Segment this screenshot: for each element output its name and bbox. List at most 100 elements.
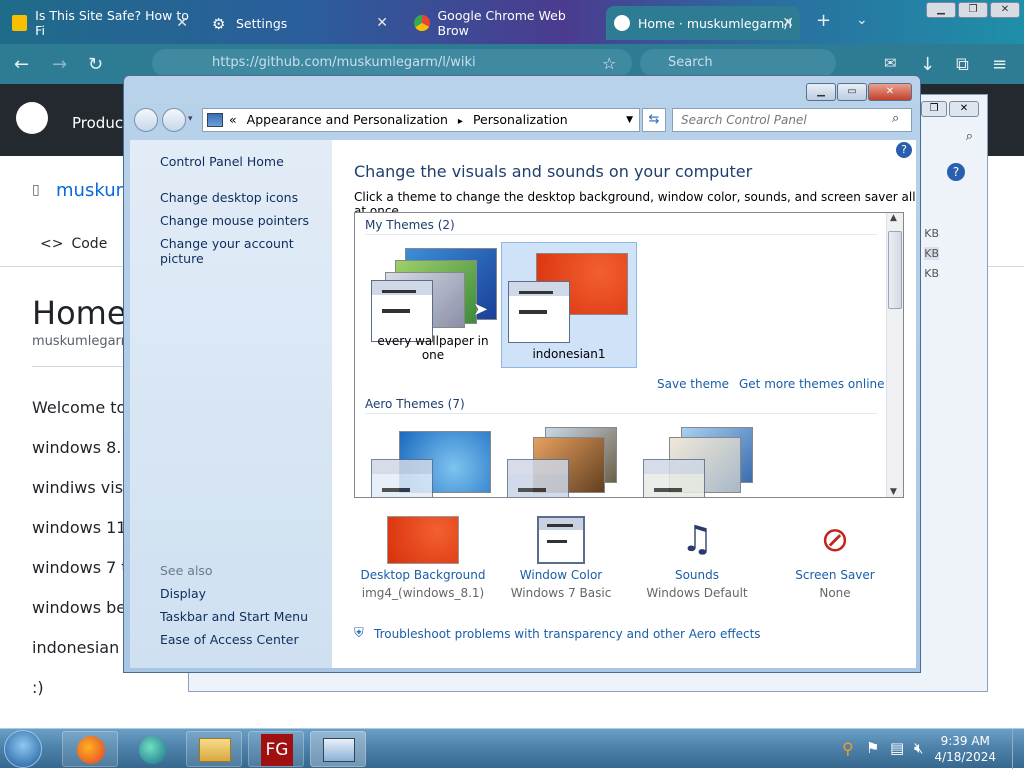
- tab-chrome-web-store[interactable]: Google Chrome Web Brow: [406, 6, 596, 40]
- sounds-option[interactable]: ♫ Sounds Windows Default: [622, 516, 772, 600]
- close-icon[interactable]: ✕: [782, 15, 794, 31]
- mail-icon[interactable]: ✉: [884, 54, 897, 72]
- clock[interactable]: 9:39 AM 4/18/2024: [934, 733, 996, 765]
- edge-taskbar-button[interactable]: [124, 731, 180, 767]
- chrome-icon: [414, 15, 430, 31]
- address-bar[interactable]: https://github.com/muskumlegarm/l/wiki: [152, 49, 632, 77]
- breadcrumb[interactable]: « Appearance and Personalization ▸ Perso…: [202, 108, 640, 132]
- new-tab-icon[interactable]: +: [816, 10, 831, 31]
- display-link[interactable]: Display: [160, 586, 206, 601]
- product-menu[interactable]: Produc: [72, 114, 123, 132]
- edge-icon: [139, 736, 167, 764]
- start-button[interactable]: [4, 730, 42, 768]
- divider: [32, 366, 132, 367]
- divider: [365, 234, 877, 235]
- control-panel-icon: [207, 113, 223, 127]
- troubleshoot-link[interactable]: Troubleshoot problems with transparency …: [374, 627, 761, 641]
- tab-site-safe[interactable]: Is This Site Safe? How to Fi ✕: [4, 6, 194, 40]
- firefox-taskbar-button[interactable]: [62, 731, 118, 767]
- forward-arrow-icon[interactable]: →: [52, 54, 67, 75]
- code-tab[interactable]: <> Code: [40, 236, 107, 252]
- extensions-icon[interactable]: ⧉: [956, 54, 969, 75]
- theme-indonesian1[interactable]: indonesian1: [501, 242, 637, 368]
- network-icon[interactable]: ▤: [890, 739, 904, 757]
- minimize-button[interactable]: ▁: [926, 2, 956, 18]
- search-input[interactable]: Search Control Panel: [672, 108, 912, 132]
- close-icon[interactable]: ✕: [176, 15, 188, 31]
- volume-muted-icon[interactable]: 🔇︎: [914, 739, 923, 757]
- star-icon[interactable]: ☆: [602, 54, 616, 73]
- forward-button[interactable]: [162, 108, 186, 132]
- download-icon[interactable]: ↓: [920, 54, 935, 75]
- change-mouse-pointers-link[interactable]: Change mouse pointers: [160, 213, 309, 228]
- search-icon[interactable]: ⌕: [966, 129, 973, 144]
- github-logo-icon[interactable]: [16, 102, 48, 134]
- window-controls: ▁ ▭ ✕: [806, 83, 912, 101]
- personalization-main: ? Change the visuals and sounds on your …: [332, 140, 916, 668]
- theme-aero-characters[interactable]: [637, 423, 773, 497]
- breadcrumb-item[interactable]: Personalization: [473, 112, 568, 127]
- reload-icon[interactable]: ↻: [88, 54, 103, 75]
- scrollbar-thumb[interactable]: [888, 231, 902, 309]
- show-desktop-button[interactable]: [1012, 729, 1024, 769]
- help-icon[interactable]: ?: [896, 142, 912, 158]
- desktop-background-icon: [387, 516, 459, 564]
- chevron-down-icon[interactable]: ⌄: [856, 12, 868, 28]
- repo-name-link[interactable]: muskum: [56, 180, 133, 201]
- code-icon: <>: [40, 236, 64, 252]
- close-button[interactable]: ✕: [990, 2, 1020, 18]
- control-panel-taskbar-button[interactable]: [310, 731, 366, 767]
- tab-github-home[interactable]: Home · muskumlegarm/l ✕: [606, 6, 800, 40]
- refresh-icon[interactable]: ⇆: [642, 108, 666, 132]
- size-cell: KB: [924, 267, 939, 280]
- music-notes-icon: ♫: [680, 519, 714, 560]
- tab-settings[interactable]: ⚙ Settings ✕: [204, 6, 394, 40]
- theme-label: every wallpaper in one: [377, 334, 489, 362]
- get-more-themes-link[interactable]: Get more themes online: [739, 377, 885, 391]
- theme-aero-architecture[interactable]: [501, 423, 637, 497]
- wiki-line: windows 8.1: [32, 438, 132, 457]
- help-icon[interactable]: ?: [947, 163, 965, 181]
- search-box[interactable]: Search: [640, 49, 836, 77]
- tab-title: Settings: [236, 15, 288, 31]
- window-color-option[interactable]: Window Color Windows 7 Basic: [486, 516, 636, 600]
- back-arrow-icon[interactable]: ←: [14, 54, 29, 75]
- fg-taskbar-button[interactable]: FG: [248, 731, 304, 767]
- theme-aero-windows7[interactable]: [365, 423, 501, 497]
- theme-list-scrollbar[interactable]: ▲ ▼: [886, 213, 903, 497]
- scroll-up-icon[interactable]: ▲: [890, 213, 897, 223]
- wiki-line: :): [32, 678, 44, 697]
- change-desktop-icons-link[interactable]: Change desktop icons: [160, 190, 298, 205]
- mouse-cursor-icon: ➤: [473, 299, 489, 320]
- desktop-background-option[interactable]: Desktop Background img4_(windows_8.1): [348, 516, 498, 600]
- window-preview: [371, 459, 433, 497]
- flag-icon[interactable]: ⚑: [866, 739, 879, 757]
- maximize-button[interactable]: ❐: [958, 2, 988, 18]
- taskbar-link[interactable]: Taskbar and Start Menu: [160, 609, 308, 624]
- maximize-button[interactable]: ❐: [921, 101, 947, 117]
- size-cell: KB: [924, 227, 939, 240]
- back-button[interactable]: [134, 108, 158, 132]
- minimize-button[interactable]: ▁: [806, 83, 836, 101]
- save-theme-link[interactable]: Save theme: [657, 377, 729, 391]
- search-icon[interactable]: ⌕: [892, 111, 899, 126]
- tab-title: Google Chrome Web Brow: [437, 8, 566, 38]
- taskbar: FG ⚲ ⚑ ▤ 🔇︎ 9:39 AM 4/18/2024: [0, 728, 1024, 769]
- folder-icon: [199, 738, 231, 762]
- menu-icon[interactable]: ≡: [992, 54, 1007, 75]
- screen-saver-option[interactable]: ⊘ Screen Saver None: [760, 516, 910, 600]
- breadcrumb-item[interactable]: Appearance and Personalization: [247, 112, 448, 127]
- close-button[interactable]: ✕: [949, 101, 979, 117]
- chevron-down-icon[interactable]: ▼: [626, 109, 633, 131]
- scroll-down-icon[interactable]: ▼: [890, 487, 897, 497]
- screen-saver-none-icon: ⊘: [820, 520, 850, 560]
- control-panel-home-link[interactable]: Control Panel Home: [160, 154, 284, 169]
- chevron-down-icon[interactable]: ▾: [188, 114, 193, 124]
- close-button[interactable]: ✕: [868, 83, 912, 101]
- maximize-button[interactable]: ▭: [837, 83, 867, 101]
- magnifier-icon[interactable]: ⚲: [842, 739, 854, 758]
- change-account-picture-link[interactable]: Change your account picture: [160, 236, 332, 266]
- close-icon[interactable]: ✕: [376, 15, 388, 31]
- explorer-taskbar-button[interactable]: [186, 731, 242, 767]
- ease-of-access-link[interactable]: Ease of Access Center: [160, 632, 299, 647]
